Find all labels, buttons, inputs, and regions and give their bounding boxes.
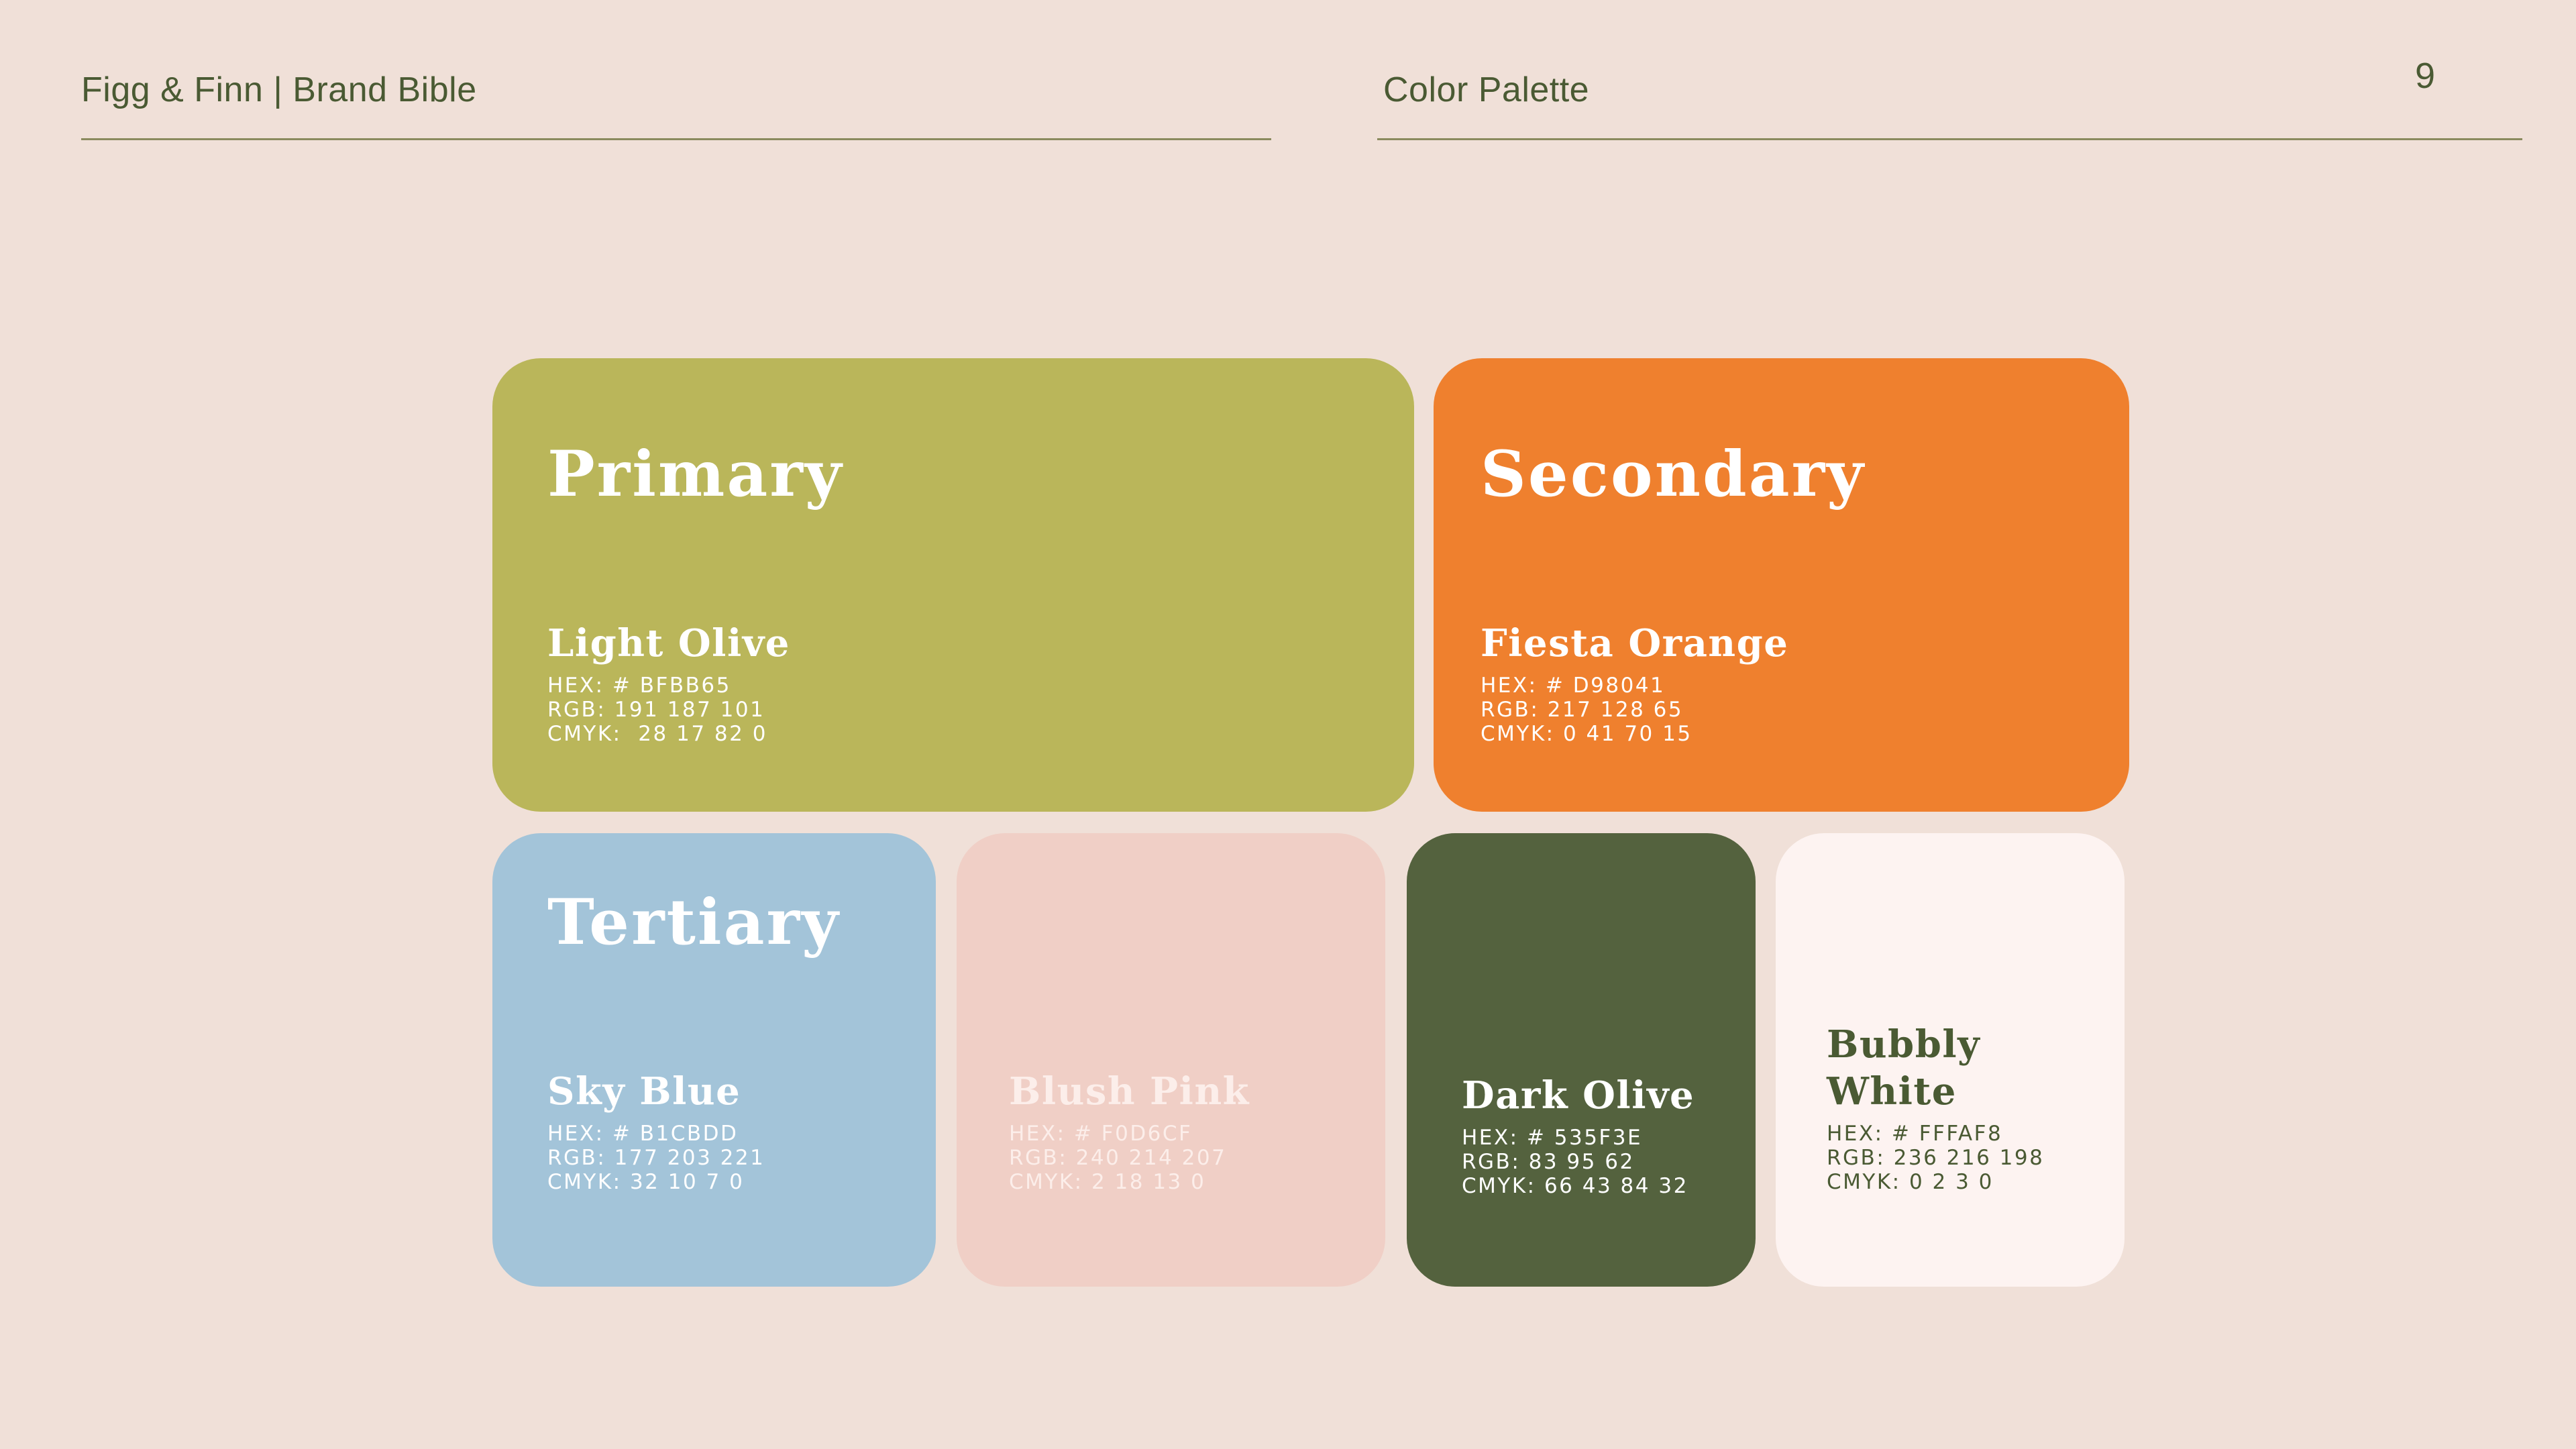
swatch-hex: HEX: # D98041 <box>1481 674 1666 698</box>
swatch-name: Fiesta Orange <box>1481 621 1789 665</box>
swatch-cmyk: CMYK: 32 10 7 0 <box>547 1170 745 1194</box>
swatch-name-line2: White <box>1827 1069 1957 1114</box>
swatch-info: Light Olive HEX: # BFBB65 RGB: 191 187 1… <box>547 620 790 746</box>
header-divider-right <box>1377 138 2522 140</box>
swatch-cmyk: CMYK: 0 41 70 15 <box>1481 722 1693 746</box>
group-title-secondary: Secondary <box>1481 437 1866 511</box>
swatch-hex: HEX: # B1CBDD <box>547 1122 739 1146</box>
swatch-card-light-olive: Primary Light Olive HEX: # BFBB65 RGB: 1… <box>492 358 1414 812</box>
swatch-hex: HEX: # FFFAF8 <box>1827 1122 2003 1146</box>
swatch-info: Fiesta Orange HEX: # D98041 RGB: 217 128… <box>1481 620 1788 746</box>
group-title-tertiary: Tertiary <box>547 885 841 959</box>
header-divider-left <box>81 138 1271 140</box>
swatch-rgb: RGB: 236 216 198 <box>1827 1146 2045 1170</box>
swatch-name-line1: Bubbly <box>1827 1022 1981 1067</box>
swatch-cmyk: CMYK: 0 2 3 0 <box>1827 1170 1994 1194</box>
section-title: Color Palette <box>1383 70 1590 109</box>
swatch-card-fiesta-orange: Secondary Fiesta Orange HEX: # D98041 RG… <box>1434 358 2129 812</box>
swatch-name: Blush Pink <box>1009 1069 1250 1114</box>
swatch-name: Sky Blue <box>547 1069 741 1114</box>
swatch-info: Blush Pink HEX: # F0D6CF RGB: 240 214 20… <box>1009 1068 1250 1194</box>
swatch-info: Bubbly White HEX: # FFFAF8 RGB: 236 216 … <box>1827 1021 2044 1194</box>
swatch-info: Sky Blue HEX: # B1CBDD RGB: 177 203 221 … <box>547 1068 765 1194</box>
swatch-rgb: RGB: 240 214 207 <box>1009 1146 1227 1170</box>
swatch-card-sky-blue: Tertiary Sky Blue HEX: # B1CBDD RGB: 177… <box>492 833 936 1287</box>
swatch-rgb: RGB: 217 128 65 <box>1481 698 1684 722</box>
swatch-card-dark-olive: Dark Olive HEX: # 535F3E RGB: 83 95 62 C… <box>1407 833 1756 1287</box>
swatch-rgb: RGB: 177 203 221 <box>547 1146 765 1170</box>
swatch-rgb: RGB: 83 95 62 <box>1462 1150 1635 1174</box>
swatch-cmyk: CMYK: 66 43 84 32 <box>1462 1174 1688 1198</box>
swatch-rgb: RGB: 191 187 101 <box>547 698 765 722</box>
page-number: 9 <box>2415 56 2436 96</box>
group-title-primary: Primary <box>547 437 844 511</box>
swatch-info: Dark Olive HEX: # 535F3E RGB: 83 95 62 C… <box>1462 1072 1695 1198</box>
swatch-hex: HEX: # F0D6CF <box>1009 1122 1193 1146</box>
swatch-name: Bubbly White <box>1827 1021 2044 1115</box>
swatch-hex: HEX: # BFBB65 <box>547 674 731 698</box>
swatch-card-blush-pink: Blush Pink HEX: # F0D6CF RGB: 240 214 20… <box>957 833 1385 1287</box>
brand-title: Figg & Finn | Brand Bible <box>81 70 477 109</box>
swatch-card-bubbly-white: Bubbly White HEX: # FFFAF8 RGB: 236 216 … <box>1776 833 2125 1287</box>
swatch-name: Dark Olive <box>1462 1073 1695 1118</box>
swatch-hex: HEX: # 535F3E <box>1462 1126 1643 1150</box>
swatch-cmyk: CMYK: 28 17 82 0 <box>547 722 767 746</box>
swatch-name: Light Olive <box>547 621 790 665</box>
swatch-cmyk: CMYK: 2 18 13 0 <box>1009 1170 1206 1194</box>
